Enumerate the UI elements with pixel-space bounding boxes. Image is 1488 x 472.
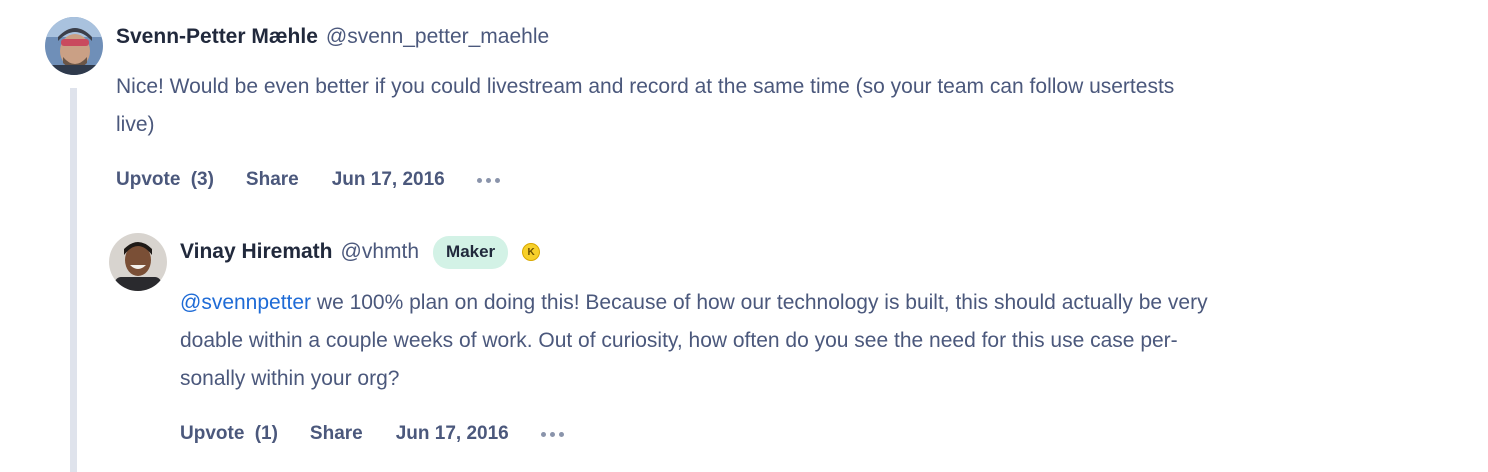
comment-body-line: Nice! Would be even better if you could …	[116, 75, 1175, 98]
upvote-button[interactable]: Upvote (3)	[116, 169, 214, 191]
upvote-count: (1)	[254, 423, 278, 444]
comment-actions: Upvote (1) Share Jun 17, 2016	[180, 422, 564, 446]
author-handle[interactable]: @vhmth	[341, 240, 420, 264]
mention-link[interactable]: @svennpetter	[180, 291, 311, 314]
more-horizontal-icon[interactable]	[540, 431, 564, 437]
upvote-label: Upvote	[180, 423, 245, 444]
comment-body-text: we 100% plan on doing this! Because of h…	[311, 291, 1208, 314]
maker-badge: Maker	[433, 235, 509, 269]
avatar-vinay[interactable]	[109, 233, 167, 291]
author-handle[interactable]: @svenn_petter_maehle	[326, 25, 549, 49]
karma-badge-icon: K	[522, 243, 541, 261]
upvote-button[interactable]: Upvote (1)	[180, 423, 278, 445]
upvote-label: Upvote	[116, 169, 181, 190]
upvote-count: (3)	[190, 169, 214, 190]
avatar-svenn[interactable]	[45, 17, 103, 75]
comment-body-line: sonally within your org?	[180, 367, 400, 390]
thread-line	[70, 88, 77, 472]
comment-date[interactable]: Jun 17, 2016	[396, 423, 509, 445]
comment-body-line: live)	[116, 113, 155, 136]
share-button[interactable]: Share	[310, 423, 363, 445]
comment-actions: Upvote (3) Share Jun 17, 2016	[116, 168, 500, 192]
comment-body: Nice! Would be even better if you could …	[116, 68, 1316, 144]
comment-body-line: @svennpetter we 100% plan on doing this!…	[180, 284, 1380, 322]
share-button[interactable]: Share	[246, 169, 299, 191]
author-name[interactable]: Svenn-Petter Mæhle	[116, 25, 318, 49]
comment-body-line: doable within a couple weeks of work. Ou…	[180, 329, 1178, 352]
author-name[interactable]: Vinay Hiremath	[180, 240, 333, 264]
more-horizontal-icon[interactable]	[476, 177, 500, 183]
comment-body: @svennpetter we 100% plan on doing this!…	[180, 284, 1380, 398]
comment-date[interactable]: Jun 17, 2016	[332, 169, 445, 191]
